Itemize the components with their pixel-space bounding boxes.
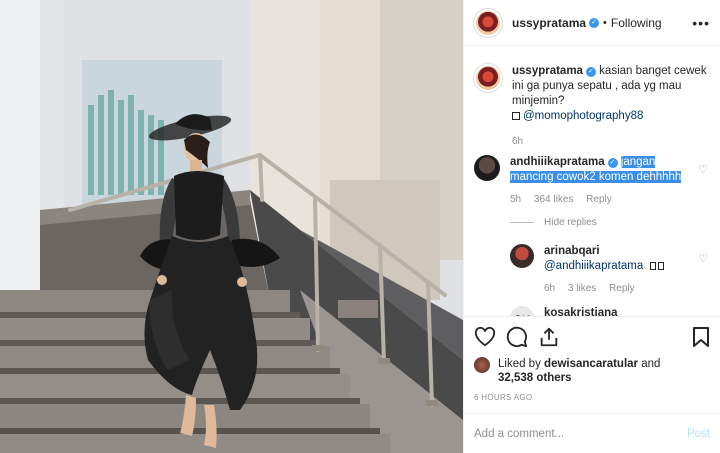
- post-actions: Liked by dewisancaratular and 32,538 oth…: [464, 316, 720, 407]
- comment-likes[interactable]: 364 likes: [534, 194, 573, 205]
- more-options-icon[interactable]: •••: [692, 15, 710, 31]
- caption-avatar[interactable]: [474, 64, 502, 92]
- caption: ussypratama ✓ kasian banget cewek ini ga …: [474, 64, 710, 149]
- follow-status-button[interactable]: Following: [611, 16, 662, 30]
- emoji-box-icon: [512, 112, 520, 120]
- reply-avatar[interactable]: [510, 244, 534, 268]
- hide-replies-label[interactable]: Hide replies: [544, 217, 597, 228]
- heart-icon[interactable]: [474, 327, 496, 347]
- bookmark-icon[interactable]: [692, 326, 710, 348]
- photo-illustration: [0, 0, 463, 453]
- post-sidebar: ussypratama ✓ • Following ••• ussypratam…: [463, 0, 720, 453]
- reply-item: kosakristiana ♡: [510, 306, 710, 316]
- commenter-avatar[interactable]: [474, 155, 500, 181]
- emoji-box-icon: [650, 262, 657, 270]
- comment-age[interactable]: 5h: [510, 194, 521, 205]
- reply-avatar[interactable]: [510, 306, 534, 316]
- reply-likes[interactable]: 3 likes: [568, 283, 596, 294]
- action-icons: [474, 323, 710, 351]
- liked-by-label: Liked by: [498, 358, 541, 370]
- author-username[interactable]: ussypratama: [512, 16, 586, 30]
- emoji-box-icon: [658, 262, 665, 270]
- author-avatar[interactable]: [474, 8, 502, 37]
- reply-age[interactable]: 6h: [544, 283, 555, 294]
- comment-input[interactable]: [474, 427, 687, 440]
- post-photo[interactable]: [0, 0, 463, 453]
- liker-avatar[interactable]: [474, 357, 490, 373]
- hide-replies-line: [510, 222, 534, 223]
- reply-reply-button[interactable]: Reply: [609, 283, 635, 294]
- likes-summary: Liked by dewisancaratular and 32,538 oth…: [474, 357, 710, 385]
- verified-badge-icon: ✓: [585, 67, 596, 77]
- post-header: ussypratama ✓ • Following •••: [464, 0, 720, 46]
- comment-like-heart-icon[interactable]: ♡: [696, 163, 710, 176]
- post-comment-button[interactable]: Post: [687, 428, 710, 440]
- caption-age[interactable]: 6h: [512, 136, 523, 147]
- comment-icon[interactable]: [506, 326, 528, 348]
- likes-count[interactable]: 32,538 others: [498, 372, 572, 384]
- post-timestamp[interactable]: 6 HOURS AGO: [474, 393, 710, 407]
- hide-replies-toggle[interactable]: Hide replies: [510, 217, 710, 228]
- add-comment-bar: Post: [464, 413, 720, 453]
- verified-badge-icon: ✓: [607, 158, 618, 168]
- signature-avatar-icon: [516, 315, 531, 316]
- caption-username[interactable]: ussypratama: [512, 65, 583, 77]
- reply-like-heart-icon[interactable]: ♡: [696, 252, 710, 265]
- liker-username[interactable]: dewisancaratular: [544, 358, 638, 370]
- liked-and-label: and: [641, 358, 661, 370]
- comments-section[interactable]: ussypratama ✓ kasian banget cewek ini ga …: [464, 46, 720, 316]
- reply-mention[interactable]: @andhiiikapratama: [544, 260, 643, 272]
- comment-reply-button[interactable]: Reply: [586, 194, 612, 205]
- share-icon[interactable]: [538, 326, 560, 348]
- reply-username[interactable]: kosakristiana: [544, 307, 618, 316]
- separator-dot: •: [603, 16, 607, 29]
- reply-like-heart-icon[interactable]: ♡: [696, 314, 710, 316]
- instagram-post: ussypratama ✓ • Following ••• ussypratam…: [0, 0, 720, 453]
- reply-username[interactable]: arinabqari: [544, 245, 600, 257]
- reply-item: arinabqari @andhiiikapratama 6h 3 likes …: [510, 244, 710, 296]
- caption-mention[interactable]: @momophotography88: [523, 110, 643, 122]
- comment-item: andhiiikapratama ✓ jangan mancing cowok2 …: [474, 155, 710, 207]
- verified-badge-icon: ✓: [589, 17, 600, 28]
- comment-username[interactable]: andhiiikapratama: [510, 156, 605, 168]
